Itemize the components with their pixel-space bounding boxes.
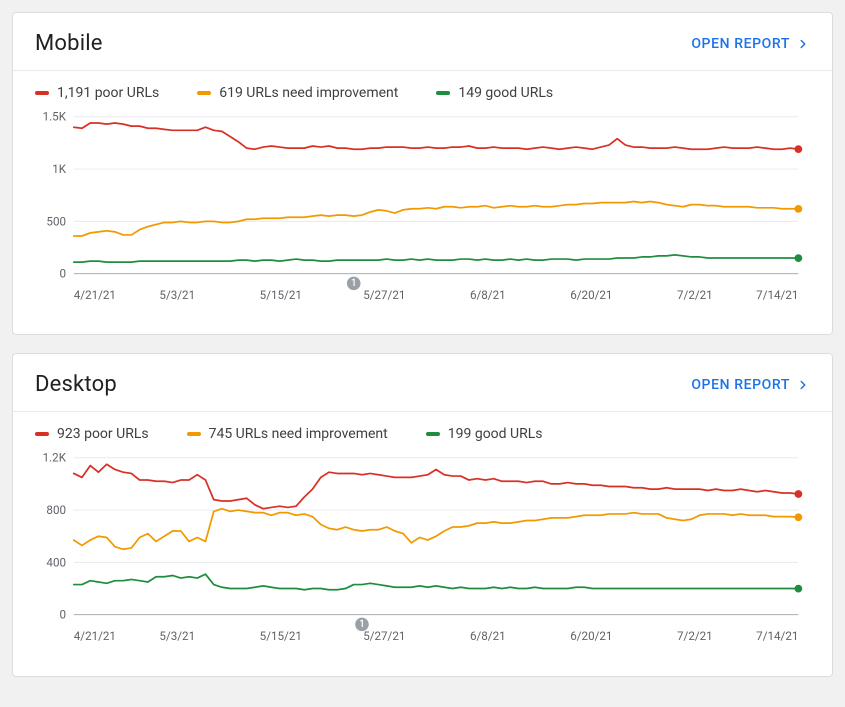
panel-title: Mobile — [35, 31, 103, 56]
legend-swatch-need — [187, 432, 201, 436]
legend-label-poor: 923 poor URLs — [57, 426, 149, 442]
open-report-label: OPEN REPORT — [691, 377, 790, 393]
svg-text:1: 1 — [359, 619, 365, 630]
divider — [13, 70, 832, 71]
legend-item-poor: 923 poor URLs — [35, 426, 149, 442]
legend-item-good: 149 good URLs — [436, 85, 553, 101]
svg-text:0: 0 — [59, 608, 66, 622]
line-chart-mobile: 0 500 1K 1.5K 4/21/21 5/3/21 5/15/21 5/27/21 6/8… — [35, 109, 810, 312]
panel-header: Desktop OPEN REPORT — [13, 354, 832, 411]
svg-text:0: 0 — [59, 267, 66, 281]
legend-label-good: 149 good URLs — [458, 85, 553, 101]
svg-text:6/20/21: 6/20/21 — [570, 629, 612, 643]
legend-swatch-poor — [35, 432, 49, 436]
legend-item-good: 199 good URLs — [426, 426, 543, 442]
legend-label-need: 745 URLs need improvement — [209, 426, 388, 442]
legend-item-need: 745 URLs need improvement — [187, 426, 388, 442]
svg-text:7/14/21: 7/14/21 — [756, 288, 798, 302]
panel-title: Desktop — [35, 372, 117, 397]
svg-text:5/27/21: 5/27/21 — [363, 629, 405, 643]
open-report-label: OPEN REPORT — [691, 36, 790, 52]
legend: 1,191 poor URLs 619 URLs need improvemen… — [13, 85, 832, 109]
svg-text:7/14/21: 7/14/21 — [756, 629, 798, 643]
svg-text:4/21/21: 4/21/21 — [74, 288, 116, 302]
legend-swatch-poor — [35, 91, 49, 95]
chevron-right-icon — [796, 378, 810, 392]
svg-text:4/21/21: 4/21/21 — [74, 629, 116, 643]
svg-text:5/27/21: 5/27/21 — [363, 288, 405, 302]
panel-header: Mobile OPEN REPORT — [13, 13, 832, 70]
svg-text:400: 400 — [46, 556, 66, 570]
open-report-button[interactable]: OPEN REPORT — [691, 377, 810, 393]
svg-text:1.5K: 1.5K — [43, 110, 67, 124]
svg-text:6/8/21: 6/8/21 — [470, 288, 506, 302]
svg-text:1.2K: 1.2K — [43, 451, 67, 465]
divider — [13, 411, 832, 412]
legend-swatch-good — [436, 91, 450, 95]
svg-text:1: 1 — [351, 278, 357, 289]
legend-label-good: 199 good URLs — [448, 426, 543, 442]
svg-text:6/20/21: 6/20/21 — [570, 288, 612, 302]
chart-container: 0 400 800 1.2K 4/21/21 5/3/21 5/15/21 5/27/21 6/… — [13, 450, 832, 675]
legend-swatch-good — [426, 432, 440, 436]
svg-text:500: 500 — [46, 214, 66, 228]
legend-item-poor: 1,191 poor URLs — [35, 85, 159, 101]
chart-container: 0 500 1K 1.5K 4/21/21 5/3/21 5/15/21 5/27/21 6/8… — [13, 109, 832, 334]
svg-text:5/15/21: 5/15/21 — [260, 629, 302, 643]
svg-text:5/15/21: 5/15/21 — [260, 288, 302, 302]
svg-text:6/8/21: 6/8/21 — [470, 629, 506, 643]
legend-swatch-need — [197, 91, 211, 95]
open-report-button[interactable]: OPEN REPORT — [691, 36, 810, 52]
svg-text:1K: 1K — [52, 162, 67, 176]
svg-text:800: 800 — [46, 503, 66, 517]
chevron-right-icon — [796, 37, 810, 51]
panel-desktop: Desktop OPEN REPORT 923 poor URLs 745 UR… — [12, 353, 833, 676]
legend-item-need: 619 URLs need improvement — [197, 85, 398, 101]
legend-label-need: 619 URLs need improvement — [219, 85, 398, 101]
legend: 923 poor URLs 745 URLs need improvement … — [13, 426, 832, 450]
svg-text:5/3/21: 5/3/21 — [159, 288, 195, 302]
line-chart-desktop: 0 400 800 1.2K 4/21/21 5/3/21 5/15/21 5/27/21 6/… — [35, 450, 810, 653]
svg-text:7/2/21: 7/2/21 — [677, 288, 713, 302]
svg-text:7/2/21: 7/2/21 — [677, 629, 713, 643]
panel-mobile: Mobile OPEN REPORT 1,191 poor URLs 619 U… — [12, 12, 833, 335]
legend-label-poor: 1,191 poor URLs — [57, 85, 159, 101]
svg-text:5/3/21: 5/3/21 — [159, 629, 195, 643]
